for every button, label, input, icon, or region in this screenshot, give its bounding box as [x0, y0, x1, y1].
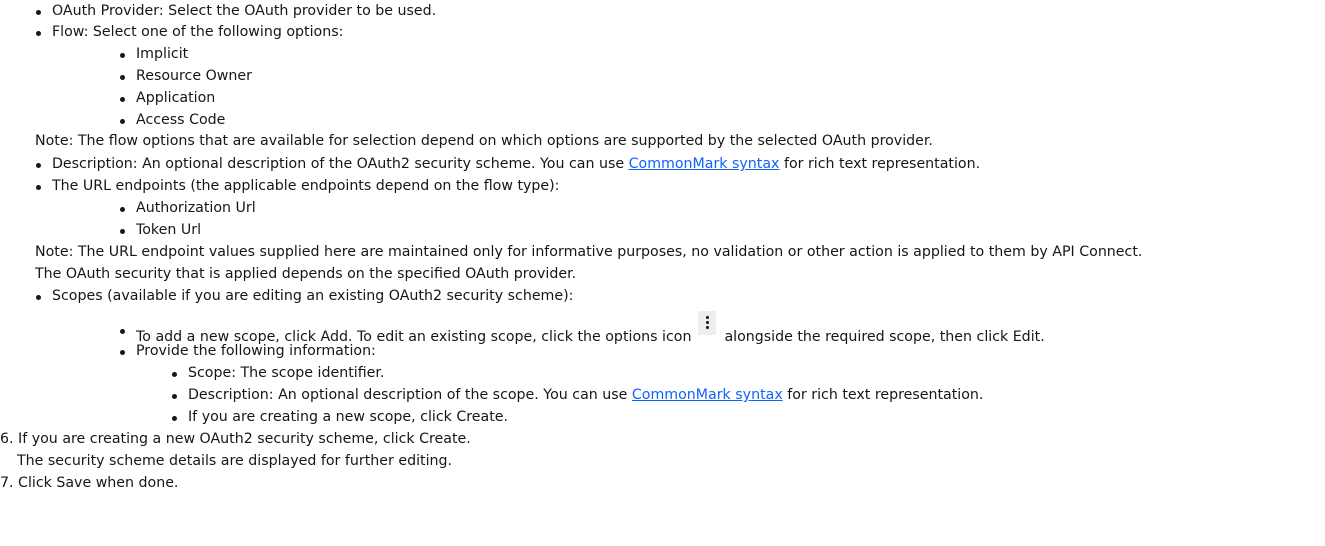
step-7: 7. Click Save when done. — [0, 473, 178, 494]
bullet-icon — [120, 229, 125, 234]
bullet-icon — [172, 416, 177, 421]
scopes-label: Scopes (available if you are editing an … — [52, 288, 574, 304]
bullet-icon — [36, 163, 41, 168]
bullet-icon — [36, 185, 41, 190]
oauth-provider-text: OAuth Provider: Select the OAuth provide… — [52, 3, 437, 19]
provide-info-item: Provide the following information: — [136, 341, 376, 362]
bullet-icon — [120, 75, 125, 80]
scope-id-item: Scope: The scope identifier. — [188, 363, 384, 384]
bullet-icon — [120, 53, 125, 58]
step-6-detail-text: The security scheme details are displaye… — [17, 453, 453, 469]
flow-option: Resource Owner — [136, 66, 252, 87]
scope-description-text-after: for rich text representation. — [782, 387, 984, 403]
flow-option: Access Code — [136, 110, 225, 131]
bullet-icon — [120, 329, 125, 334]
scopes-item: Scopes (available if you are editing an … — [52, 286, 573, 307]
flow-option-label: Resource Owner — [136, 68, 252, 84]
endpoint-label: Authorization Url — [136, 200, 256, 216]
add-scope-item: To add a new scope, click Add. To edit a… — [136, 311, 1045, 345]
bullet-icon — [36, 31, 41, 36]
flow-option-label: Access Code — [136, 112, 226, 128]
step-7-text: 7. Click Save when done. — [0, 475, 179, 491]
bullet-icon — [172, 372, 177, 377]
step-6-text: 6. If you are creating a new OAuth2 secu… — [0, 431, 471, 447]
commonmark-syntax-link[interactable]: CommonMark syntax — [629, 156, 780, 172]
step-6-detail: The security scheme details are displaye… — [17, 451, 452, 472]
url-endpoints-item: The URL endpoints (the applicable endpoi… — [52, 176, 559, 197]
endpoint-item: Authorization Url — [136, 198, 256, 219]
flow-note: Note: The flow options that are availabl… — [35, 131, 933, 152]
endpoint-item: Token Url — [136, 220, 201, 241]
flow-option-label: Implicit — [136, 46, 189, 62]
url-endpoints-label: The URL endpoints (the applicable endpoi… — [52, 178, 560, 194]
provide-info-label: Provide the following information: — [136, 343, 376, 359]
url-note-text: The OAuth security that is applied depen… — [35, 266, 577, 282]
step-6: 6. If you are creating a new OAuth2 secu… — [0, 429, 471, 450]
create-scope-text: If you are creating a new scope, click C… — [188, 409, 509, 425]
description-item: Description: An optional description of … — [52, 154, 980, 175]
description-text-after: for rich text representation. — [779, 156, 981, 172]
create-scope-item: If you are creating a new scope, click C… — [188, 407, 508, 428]
flow-option: Application — [136, 88, 215, 109]
bullet-icon — [36, 10, 41, 15]
bullet-icon — [120, 350, 125, 355]
bullet-icon — [172, 394, 177, 399]
flow-label: Flow: Select one of the following option… — [52, 24, 344, 40]
flow-item: Flow: Select one of the following option… — [52, 22, 343, 43]
scope-description-text: Description: An optional description of … — [188, 387, 632, 403]
commonmark-syntax-link[interactable]: CommonMark syntax — [632, 387, 783, 403]
endpoint-label: Token Url — [136, 222, 202, 238]
scope-id-text: Scope: The scope identifier. — [188, 365, 385, 381]
url-note-text: Note: The URL endpoint values supplied h… — [35, 244, 1143, 260]
options-icon — [697, 311, 716, 335]
flow-option-label: Application — [136, 90, 216, 106]
oauth-provider-item: OAuth Provider: Select the OAuth provide… — [52, 1, 436, 22]
bullet-icon — [36, 295, 41, 300]
description-text: Description: An optional description of … — [52, 156, 629, 172]
url-note-line1: Note: The URL endpoint values supplied h… — [35, 242, 1142, 263]
bullet-icon — [120, 207, 125, 212]
flow-option: Implicit — [136, 44, 188, 65]
bullet-icon — [120, 119, 125, 124]
flow-note-text: Note: The flow options that are availabl… — [35, 133, 933, 149]
bullet-icon — [120, 97, 125, 102]
scope-description-item: Description: An optional description of … — [188, 385, 983, 406]
add-scope-text-after: alongside the required scope, then click… — [719, 329, 1045, 345]
url-note-line2: The OAuth security that is applied depen… — [35, 264, 576, 285]
